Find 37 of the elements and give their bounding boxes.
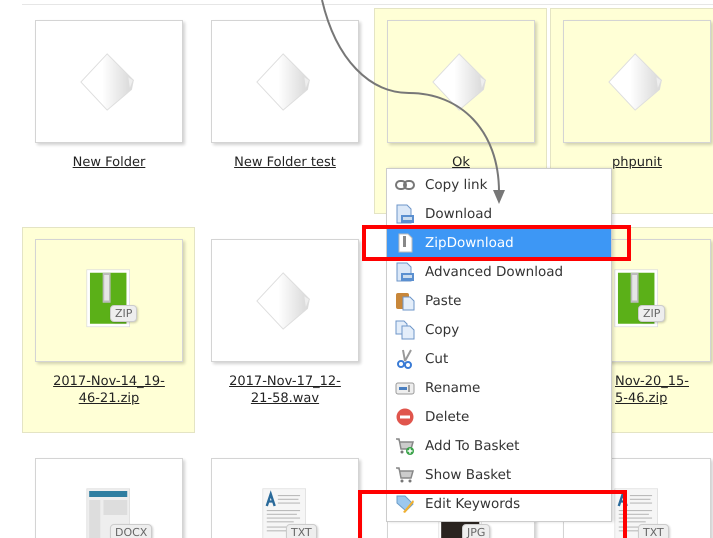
thumbnail[interactable]: TXT <box>211 458 359 538</box>
menu-item[interactable]: Add To Basket <box>387 431 611 460</box>
file-type-badge: TXT <box>286 524 317 538</box>
file-tile[interactable]: phpunit <box>550 8 713 214</box>
file-type-badge: ZIP <box>110 304 138 322</box>
cart-add-icon <box>395 436 415 456</box>
file-type-badge: JPG <box>462 524 490 538</box>
thumbnail[interactable] <box>563 20 711 143</box>
cart-icon <box>395 464 415 484</box>
menu-item[interactable]: Rename <box>387 373 611 402</box>
file-name-link[interactable]: phpunit <box>612 154 662 171</box>
scissors-icon <box>395 348 415 368</box>
document-icon <box>395 262 415 282</box>
document-icon <box>395 204 415 224</box>
file-name-link[interactable]: 2017-Nov-17_12- 21-58.wav <box>229 373 341 407</box>
thumbnail[interactable] <box>211 239 359 362</box>
thumbnail[interactable] <box>35 20 183 143</box>
menu-item[interactable]: Delete <box>387 402 611 431</box>
tag-pencil-icon <box>395 494 415 514</box>
file-name-link[interactable]: New Folder <box>72 154 146 171</box>
file-type-badge: DOCX <box>110 524 152 538</box>
copy-icon <box>395 320 415 340</box>
file-name-link[interactable]: Nov-20_15- 5-46.zip <box>615 373 689 407</box>
clipboard-icon <box>395 290 415 310</box>
thumbnail[interactable] <box>387 20 535 143</box>
zip-file-icon <box>614 268 660 328</box>
file-tile[interactable]: ZIP 2017-Nov-14_19- 46-21.zip <box>22 227 195 433</box>
delete-icon <box>395 406 415 426</box>
file-type-badge: ZIP <box>638 304 666 322</box>
thumbnail[interactable]: ZIP <box>35 239 183 362</box>
file-name-link[interactable]: New Folder test <box>234 154 336 171</box>
file-name-link[interactable]: Ok <box>452 154 470 171</box>
zip-file-icon <box>86 268 132 328</box>
thumbnail[interactable]: DOCX <box>35 458 183 538</box>
file-type-badge: TXT <box>638 524 669 538</box>
thumbnail[interactable] <box>211 20 359 143</box>
file-name-link[interactable]: 2017-Nov-14_19- 46-21.zip <box>53 373 165 407</box>
